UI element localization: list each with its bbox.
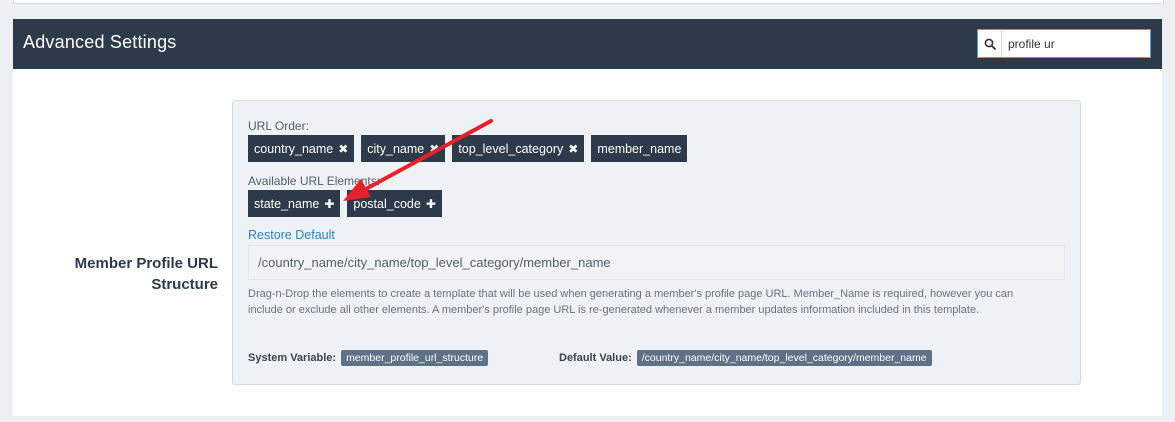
search-input[interactable] — [1002, 30, 1150, 57]
default-value-badge: /country_name/city_name/top_level_catego… — [636, 350, 932, 366]
card-header: Advanced Settings — [13, 19, 1162, 69]
search-icon[interactable] — [978, 30, 1002, 57]
system-variable-label: System Variable: — [248, 352, 337, 364]
available-element-postal-code[interactable]: postal_code ✚ — [347, 190, 442, 217]
advanced-settings-card: Advanced Settings Member Profile URL Str… — [13, 19, 1162, 416]
chip-label: member_name — [597, 141, 682, 156]
chip-label: postal_code — [353, 196, 421, 211]
remove-icon[interactable]: ✖ — [429, 143, 439, 155]
restore-default-link[interactable]: Restore Default — [248, 228, 335, 242]
chip-label: country_name — [254, 141, 334, 156]
url-element-member-name[interactable]: member_name — [591, 135, 688, 162]
default-value-row: Default Value: /country_name/city_name/t… — [559, 350, 932, 366]
url-element-city-name[interactable]: city_name ✖ — [361, 135, 446, 162]
default-value-label: Default Value: — [559, 352, 632, 364]
chip-label: city_name — [367, 141, 425, 156]
available-elements-list: state_name ✚ postal_code ✚ — [248, 190, 442, 217]
system-variable-row: System Variable: member_profile_url_stru… — [248, 350, 489, 366]
url-structure-field: URL Order: country_name ✖ city_name ✖ to… — [232, 100, 1081, 385]
add-icon[interactable]: ✚ — [426, 198, 436, 210]
previous-panel-edge — [13, 0, 1164, 4]
available-element-state-name[interactable]: state_name ✚ — [248, 190, 341, 217]
field-label: Member Profile URL Structure — [74, 255, 218, 293]
system-variable-badge: member_profile_url_structure — [341, 350, 489, 366]
available-elements-label: Available URL Elements: — [248, 174, 381, 188]
url-preview-field: /country_name/city_name/top_level_catego… — [248, 245, 1065, 280]
chip-label: top_level_category — [458, 141, 564, 156]
remove-icon[interactable]: ✖ — [338, 143, 348, 155]
chip-label: state_name — [254, 196, 320, 211]
url-element-country-name[interactable]: country_name ✖ — [248, 135, 355, 162]
url-order-label: URL Order: — [248, 119, 309, 133]
settings-search[interactable] — [977, 29, 1151, 58]
remove-icon[interactable]: ✖ — [568, 143, 578, 155]
add-icon[interactable]: ✚ — [324, 198, 334, 210]
help-text: Drag-n-Drop the elements to create a tem… — [248, 288, 1014, 316]
card-title: Advanced Settings — [23, 32, 177, 52]
url-order-list: country_name ✖ city_name ✖ top_level_cat… — [248, 135, 688, 162]
url-element-top-level-category[interactable]: top_level_category ✖ — [452, 135, 585, 162]
